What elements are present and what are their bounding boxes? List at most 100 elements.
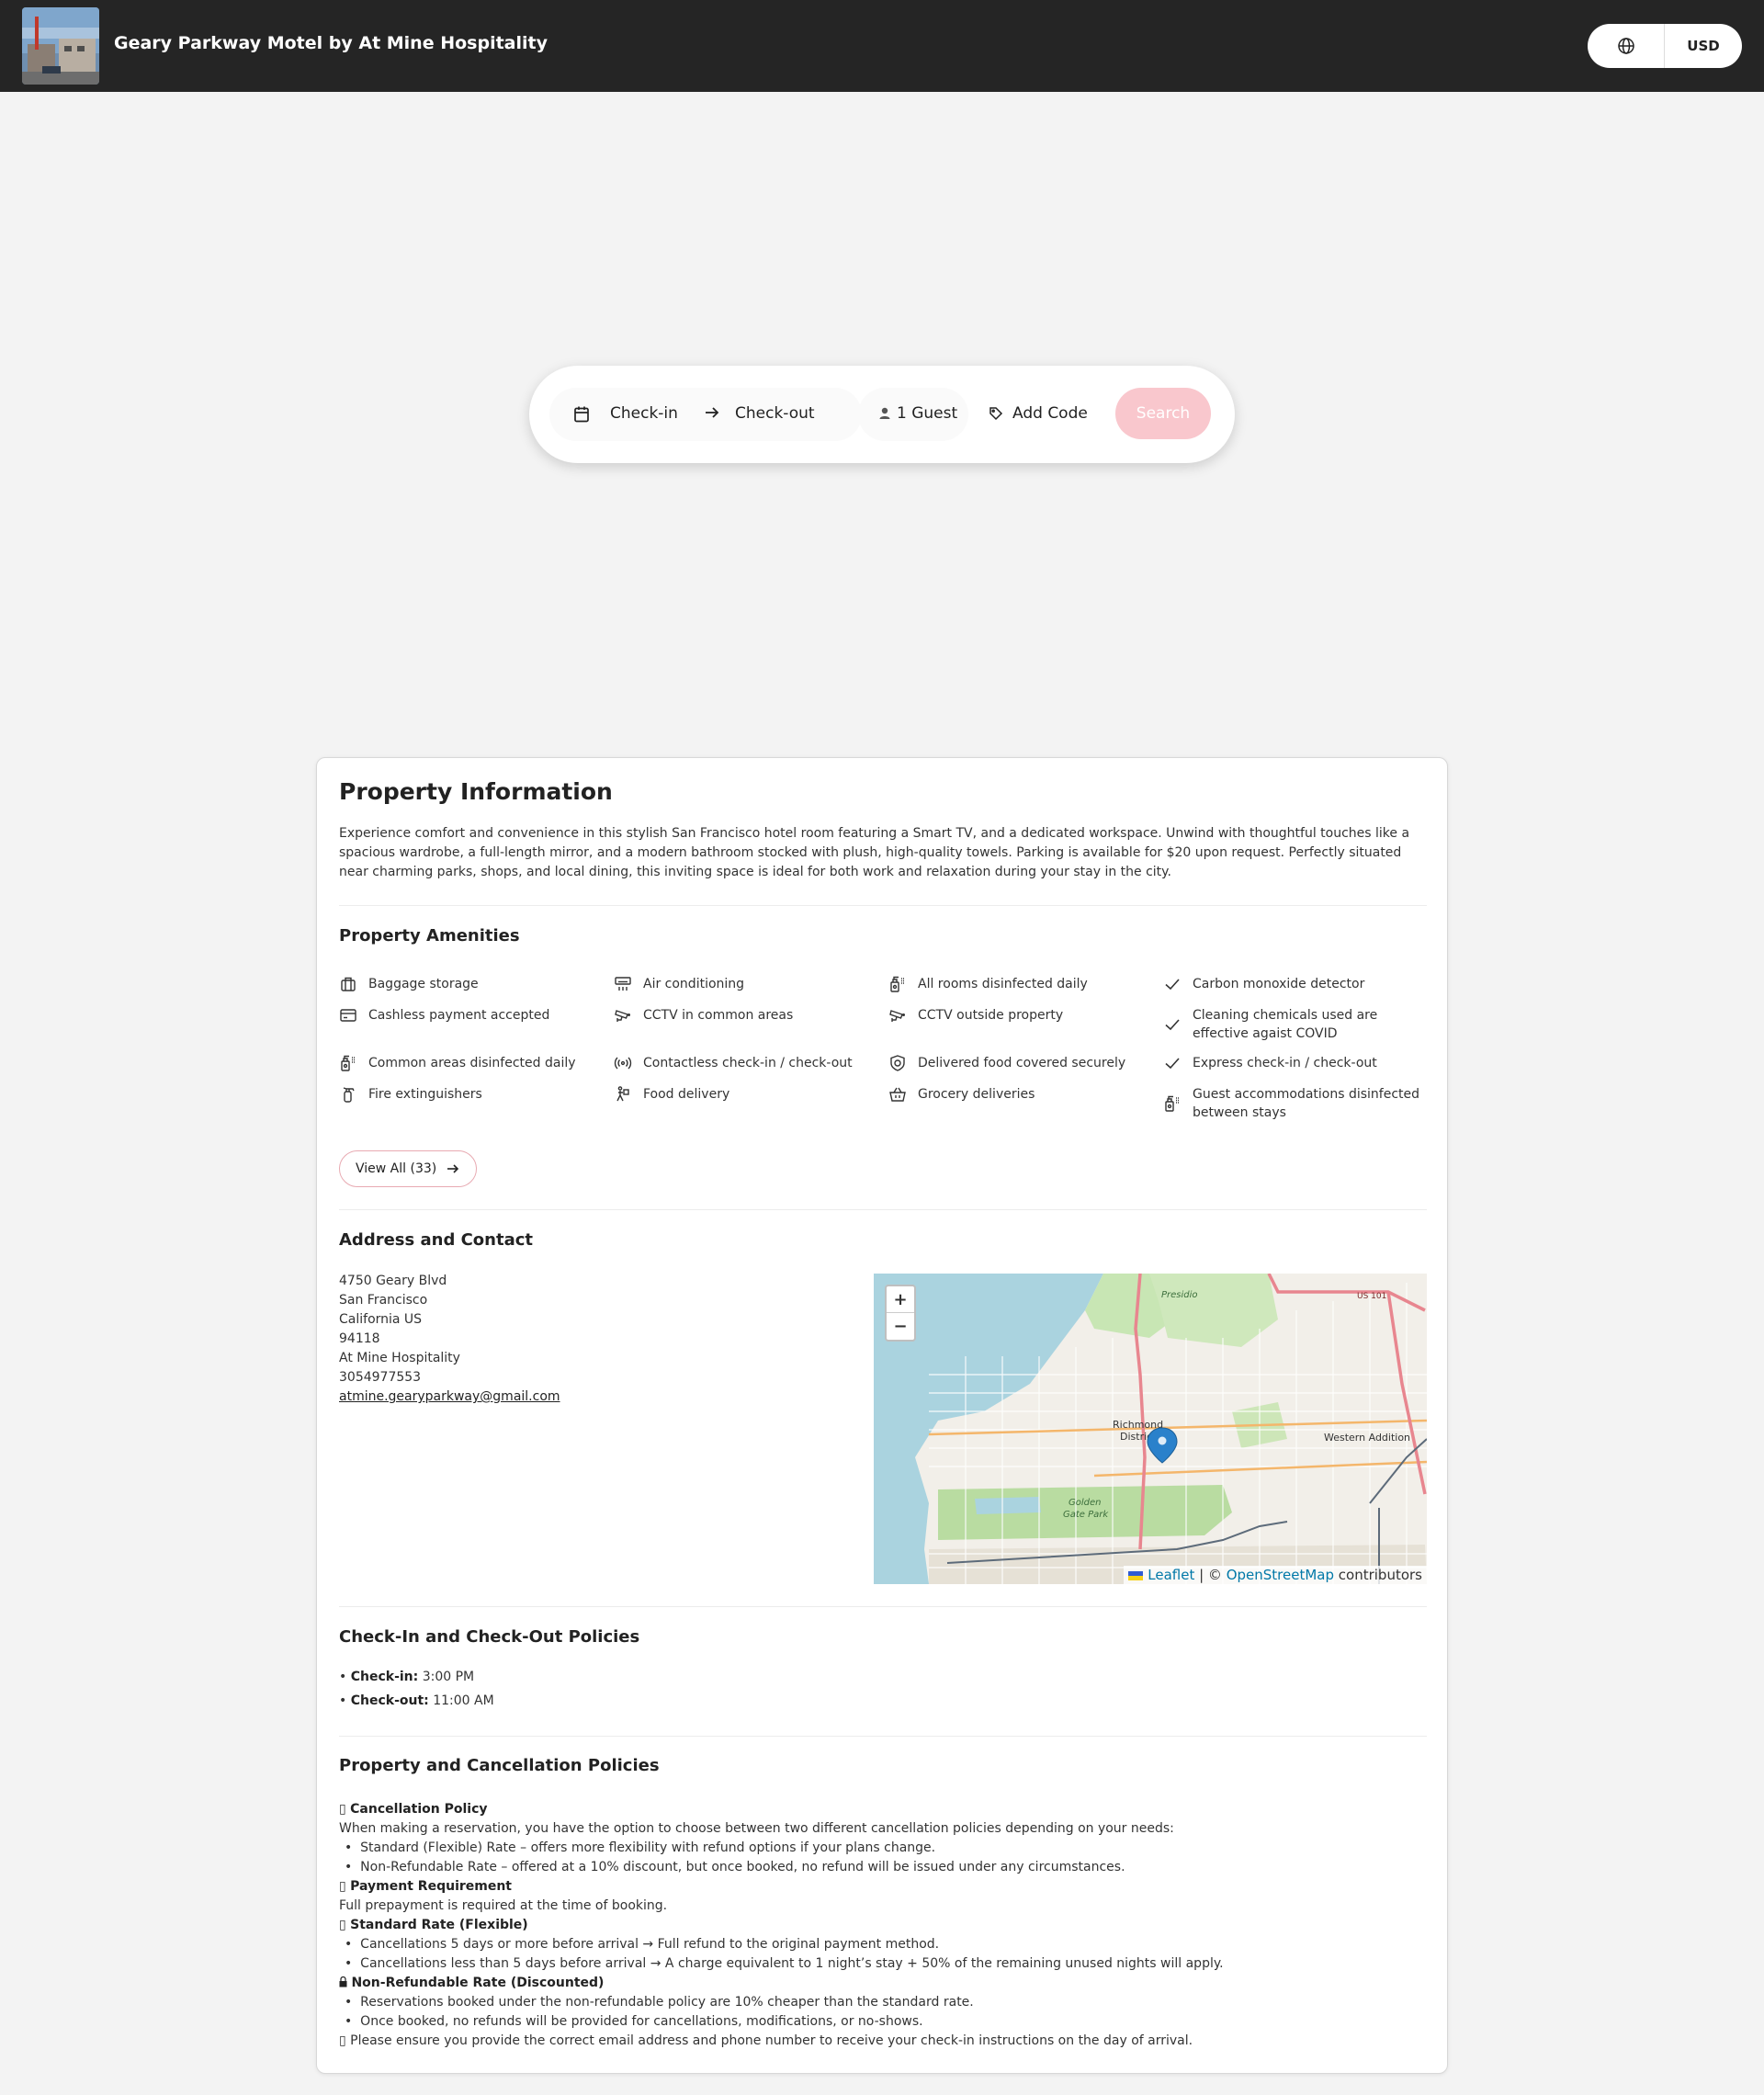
check-in-label: Check-in: <box>350 1670 419 1684</box>
guest-selector[interactable]: 1 Guest <box>858 388 968 441</box>
add-promo-code-button[interactable]: Add Code <box>1012 404 1088 423</box>
address-phone: 3054977553 <box>339 1370 422 1385</box>
date-range-picker[interactable]: Check-in Check-out <box>549 388 862 441</box>
payment-heading-row: ▯ Payment Requirement <box>339 1879 513 1894</box>
standard-heading-row: ▯ Standard Rate (Flexible) <box>339 1918 528 1932</box>
amenity-label: Contactless check-in / check-out <box>643 1056 853 1070</box>
email-link[interactable]: atmine.gearyparkway@gmail.com <box>339 1389 560 1404</box>
amenities-heading: Property Amenities <box>339 926 520 946</box>
check-in-policy: • Check-in: 3:00 PM <box>339 1670 475 1684</box>
amenity-label: Delivered food covered securely <box>918 1056 1126 1070</box>
standard-rate-bullet: • Cancellations 5 days or more before ar… <box>345 1937 940 1952</box>
check-out-field[interactable]: Check-out <box>735 404 815 423</box>
map-attribution: Leaflet | © OpenStreetMap contributors <box>1124 1566 1427 1584</box>
bullet-text: Once booked, no refunds will be provided… <box>360 2014 923 2029</box>
locale-currency-switcher: USD <box>1588 24 1742 68</box>
bullet-text: Cancellations 5 days or more before arri… <box>360 1937 940 1952</box>
amenity-label: Grocery deliveries <box>918 1087 1035 1102</box>
amenity-label: Express check-in / check-out <box>1193 1056 1377 1070</box>
delivery-person-icon <box>616 1086 629 1102</box>
check-in-field[interactable]: Check-in <box>610 404 678 423</box>
zoom-in-button[interactable]: + <box>887 1286 914 1313</box>
spray-bottle-icon <box>341 1055 355 1071</box>
fire-extinguisher-icon <box>343 1087 355 1103</box>
cancellation-policy-text: ▯ Cancellation Policy When making a rese… <box>339 1800 1432 2051</box>
location-map[interactable]: Presidio Richmond District Western Addit… <box>874 1274 1427 1584</box>
non-refundable-bullet: • Once booked, no refunds will be provid… <box>345 2014 923 2029</box>
address-heading: Address and Contact <box>339 1230 534 1250</box>
amenity-label: Baggage storage <box>368 977 479 991</box>
map-label-gate-park: Gate Park <box>1063 1510 1109 1520</box>
standard-rate-heading: Standard Rate (Flexible) <box>350 1918 528 1932</box>
map-label-presidio: Presidio <box>1161 1290 1198 1300</box>
view-all-amenities-button[interactable]: View All (33) <box>339 1150 477 1187</box>
amenity-label: CCTV in common areas <box>643 1008 794 1023</box>
amenity-item: Air conditioning <box>614 975 862 993</box>
bullet-text: Cancellations less than 5 days before ar… <box>360 1956 1224 1971</box>
check-icon <box>1165 1019 1180 1031</box>
property-details-card: Property Information Experience comfort … <box>316 757 1448 2074</box>
property-info-heading: Property Information <box>339 778 613 805</box>
amenity-label: Common areas disinfected daily <box>368 1056 576 1070</box>
property-description: Experience comfort and convenience in th… <box>339 824 1432 882</box>
description-line: near charming parks, shops, and local di… <box>339 865 1171 879</box>
arrow-right-icon <box>447 1164 459 1173</box>
section-divider <box>339 905 1427 906</box>
hotel-logo[interactable] <box>22 7 99 85</box>
section-divider <box>339 1209 1427 1210</box>
address-city: San Francisco <box>339 1293 428 1308</box>
standard-rate-bullet: • Cancellations less than 5 days before … <box>345 1956 1224 1971</box>
section-divider <box>339 1606 1427 1607</box>
map-label-us101: US 101 <box>1357 1292 1386 1301</box>
description-line: spacious wardrobe, a full-length mirror,… <box>339 845 1402 860</box>
amenity-item: Cashless payment accepted <box>339 1006 587 1025</box>
amenity-label: Cashless payment accepted <box>368 1008 550 1023</box>
contactless-icon <box>614 1057 632 1070</box>
bullet-text: Reservations booked under the non-refund… <box>360 1995 974 2010</box>
zoom-out-button[interactable]: − <box>887 1313 914 1340</box>
ukraine-flag-icon <box>1128 1570 1144 1580</box>
cancellation-bullet: • Non-Refundable Rate – offered at a 10%… <box>345 1860 1125 1874</box>
spray-bottle-icon <box>890 976 904 992</box>
leaflet-link[interactable]: Leaflet <box>1148 1567 1194 1583</box>
credit-card-icon <box>340 1009 356 1022</box>
cctv-camera-icon <box>615 1010 630 1022</box>
closing-note: ▯ Please ensure you provide the correct … <box>339 2033 1193 2048</box>
person-icon <box>879 407 890 419</box>
cancellation-bullet: • Standard (Flexible) Rate – offers more… <box>345 1840 936 1855</box>
address-street: 4750 Geary Blvd <box>339 1274 447 1288</box>
closing-text: Please ensure you provide the correct em… <box>350 2033 1193 2048</box>
currency-button[interactable]: USD <box>1665 24 1742 68</box>
checkin-policies-heading: Check-In and Check-Out Policies <box>339 1627 640 1647</box>
map-label-golden-gate-park: Golden <box>1069 1498 1101 1508</box>
amenity-item: Express check-in / check-out <box>1163 1054 1430 1072</box>
hotel-name: Geary Parkway Motel by At Mine Hospitali… <box>114 33 548 53</box>
non-refundable-heading: Non-Refundable Rate (Discounted) <box>351 1976 605 1990</box>
amenity-label: Fire extinguishers <box>368 1087 482 1102</box>
search-button[interactable]: Search <box>1115 388 1211 439</box>
payment-text: Full prepayment is required at the time … <box>339 1898 668 1913</box>
view-all-label: View All (33) <box>356 1161 437 1176</box>
amenity-item: Baggage storage <box>339 975 587 993</box>
booking-search-bar: Check-in Check-out 1 Guest Add Code Sear… <box>529 366 1235 463</box>
map-tiles: Presidio Richmond District Western Addit… <box>874 1274 1427 1584</box>
openstreetmap-link[interactable]: OpenStreetMap <box>1227 1567 1334 1583</box>
amenity-item: Carbon monoxide detector <box>1163 975 1430 993</box>
check-icon <box>1165 1058 1180 1070</box>
amenity-item: Delivered food covered securely <box>888 1054 1155 1072</box>
amenity-item: CCTV outside property <box>888 1006 1136 1025</box>
amenity-item: Food delivery <box>614 1085 862 1104</box>
amenity-item: Cleaning chemicals used are effective ag… <box>1163 1006 1430 1043</box>
non-refundable-bullet: • Reservations booked under the non-refu… <box>345 1995 974 2010</box>
language-button[interactable] <box>1588 24 1665 68</box>
calendar-icon <box>574 406 589 423</box>
cctv-camera-icon <box>889 1010 905 1022</box>
check-out-policy: • Check-out: 11:00 AM <box>339 1693 494 1708</box>
bullet-text: Standard (Flexible) Rate – offers more f… <box>360 1840 936 1855</box>
spray-bottle-icon <box>1165 1095 1179 1112</box>
guest-count: 1 Guest <box>897 404 958 423</box>
amenity-label: Cleaning chemicals used are effective ag… <box>1193 1008 1378 1041</box>
check-out-label: Check-out: <box>350 1693 429 1708</box>
amenity-label: CCTV outside property <box>918 1008 1064 1023</box>
amenity-item: Guest accommodations disinfected between… <box>1163 1085 1430 1122</box>
